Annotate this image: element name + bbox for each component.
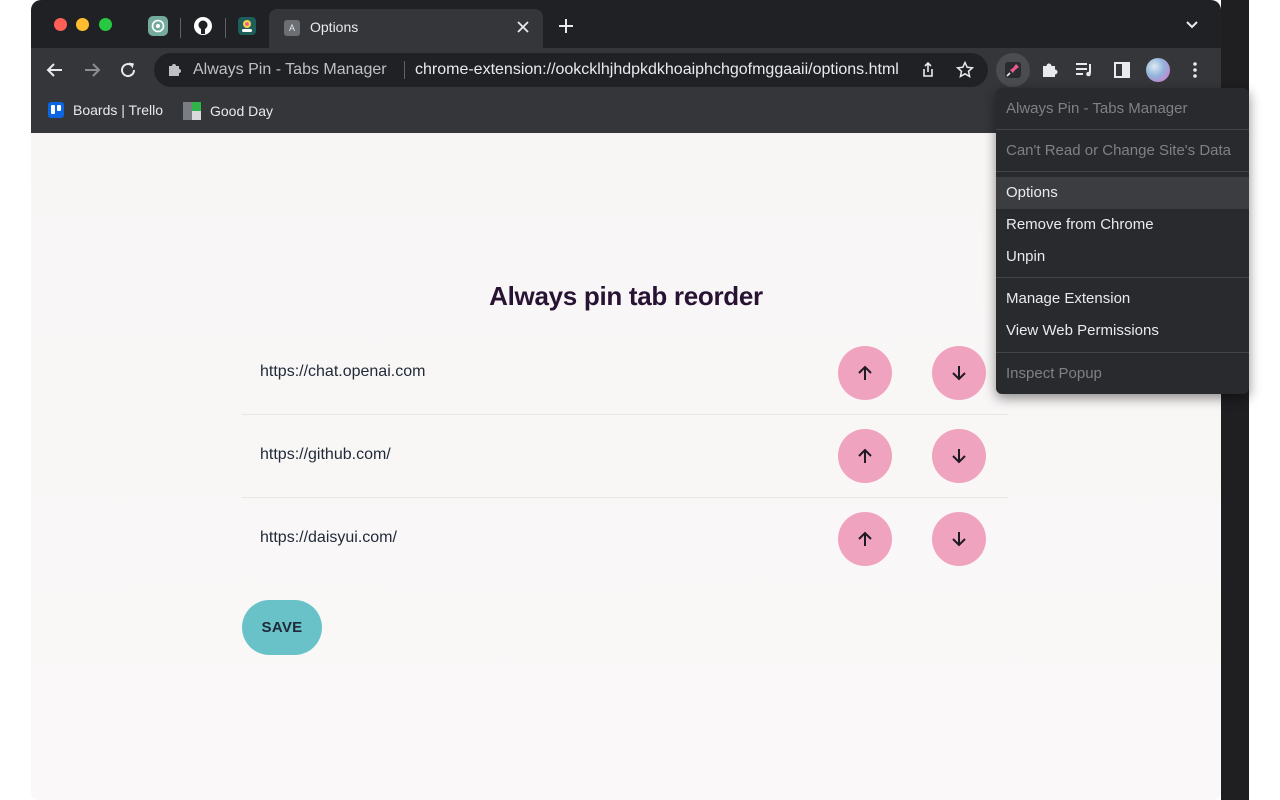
profile-avatar[interactable] bbox=[1146, 58, 1170, 82]
always-pin-extension-button[interactable] bbox=[996, 53, 1030, 87]
list-item: https://chat.openai.com bbox=[242, 332, 1008, 415]
maximize-window-button[interactable] bbox=[99, 18, 112, 31]
tab-url: https://github.com/ bbox=[260, 446, 391, 463]
arrow-down-icon bbox=[952, 532, 966, 547]
arrow-right-icon bbox=[85, 63, 101, 77]
tab-separator bbox=[180, 18, 181, 38]
extension-favicon-icon: A bbox=[284, 20, 300, 36]
bookmark-label: Good Day bbox=[210, 103, 274, 119]
playlist-icon bbox=[1076, 63, 1091, 77]
chrome-menu-button[interactable] bbox=[1185, 60, 1205, 80]
bookmark-good-day[interactable]: Good Day bbox=[183, 102, 273, 120]
menu-item-site-access: Can't Read or Change Site's Data bbox=[1006, 142, 1232, 159]
bookmark-trello[interactable]: Boards | Trello bbox=[48, 102, 163, 118]
list-item: https://daisyui.com/ bbox=[242, 498, 1008, 580]
arrow-left-icon bbox=[46, 63, 62, 77]
move-down-button[interactable] bbox=[932, 429, 986, 483]
bookmark-star-icon[interactable] bbox=[955, 60, 975, 84]
arrow-down-icon bbox=[952, 366, 966, 381]
address-bar[interactable]: Always Pin - Tabs Manager chrome-extensi… bbox=[154, 53, 988, 87]
pin-icon bbox=[1005, 62, 1021, 78]
menu-separator bbox=[996, 352, 1249, 353]
desktop-background bbox=[1249, 0, 1280, 800]
close-window-button[interactable] bbox=[54, 18, 67, 31]
more-vertical-icon bbox=[1193, 62, 1197, 78]
menu-item-inspect-popup: Inspect Popup bbox=[1006, 365, 1102, 382]
tab-separator bbox=[225, 18, 226, 38]
pinned-tab-github[interactable] bbox=[193, 16, 213, 36]
pinned-tab-daisyui[interactable] bbox=[237, 16, 257, 36]
pinned-tab-list: https://chat.openai.com https://github.c… bbox=[242, 332, 1008, 580]
menu-item-remove[interactable]: Remove from Chrome bbox=[996, 209, 1249, 241]
github-icon bbox=[194, 17, 212, 35]
goodday-icon bbox=[183, 102, 201, 120]
extension-origin-label: Always Pin - Tabs Manager bbox=[193, 61, 387, 78]
tab-url: https://daisyui.com/ bbox=[260, 529, 397, 546]
list-item: https://github.com/ bbox=[242, 415, 1008, 498]
openai-icon bbox=[148, 16, 168, 36]
puzzle-icon bbox=[1043, 63, 1058, 77]
plus-icon bbox=[559, 19, 573, 33]
share-icon[interactable] bbox=[920, 61, 936, 83]
chevron-down-icon bbox=[1186, 21, 1198, 29]
daisyui-icon bbox=[238, 17, 256, 35]
url-text[interactable]: chrome-extension://ookcklhjhdpkdkhoaiphc… bbox=[415, 61, 905, 79]
back-button[interactable] bbox=[45, 60, 65, 80]
move-down-button[interactable] bbox=[932, 512, 986, 566]
menu-item-unpin[interactable]: Unpin bbox=[996, 241, 1249, 273]
menu-item-web-permissions[interactable]: View Web Permissions bbox=[996, 315, 1249, 347]
arrow-up-icon bbox=[858, 531, 872, 546]
toolbar: Always Pin - Tabs Manager chrome-extensi… bbox=[31, 48, 1221, 92]
media-controls-button[interactable] bbox=[1075, 60, 1095, 80]
tab-strip: A Options bbox=[31, 0, 1221, 48]
reload-icon bbox=[121, 62, 136, 78]
tab-url: https://chat.openai.com bbox=[260, 363, 426, 380]
menu-separator bbox=[996, 129, 1249, 130]
arrow-down-icon bbox=[952, 449, 966, 464]
menu-item-options[interactable]: Options bbox=[996, 177, 1249, 209]
menu-header: Always Pin - Tabs Manager bbox=[1006, 100, 1188, 117]
tab-options[interactable]: A Options bbox=[269, 9, 543, 48]
tab-search-button[interactable] bbox=[1185, 18, 1199, 37]
forward-button[interactable] bbox=[82, 60, 102, 80]
extensions-button[interactable] bbox=[1039, 60, 1059, 80]
side-panel-icon bbox=[1114, 62, 1130, 78]
omnibox-divider bbox=[404, 61, 405, 79]
new-tab-button[interactable] bbox=[558, 16, 574, 38]
menu-item-manage-extension[interactable]: Manage Extension bbox=[996, 283, 1249, 315]
minimize-window-button[interactable] bbox=[76, 18, 89, 31]
move-up-button[interactable] bbox=[838, 429, 892, 483]
arrow-up-icon bbox=[858, 365, 872, 380]
tab-title: Options bbox=[310, 19, 359, 35]
arrow-up-icon bbox=[858, 448, 872, 463]
save-button[interactable]: SAVE bbox=[242, 600, 322, 655]
close-tab-icon[interactable] bbox=[513, 17, 533, 37]
move-up-button[interactable] bbox=[838, 346, 892, 400]
pinned-tab-openai[interactable] bbox=[148, 16, 168, 36]
bookmark-label: Boards | Trello bbox=[73, 102, 164, 118]
trello-icon bbox=[48, 102, 64, 118]
move-up-button[interactable] bbox=[838, 512, 892, 566]
move-down-button[interactable] bbox=[932, 346, 986, 400]
reload-button[interactable] bbox=[118, 60, 138, 80]
puzzle-icon bbox=[166, 62, 182, 83]
side-panel-button[interactable] bbox=[1112, 60, 1132, 80]
menu-separator bbox=[996, 277, 1249, 278]
menu-separator bbox=[996, 171, 1249, 172]
extension-context-menu: Always Pin - Tabs Manager Can't Read or … bbox=[996, 88, 1249, 394]
